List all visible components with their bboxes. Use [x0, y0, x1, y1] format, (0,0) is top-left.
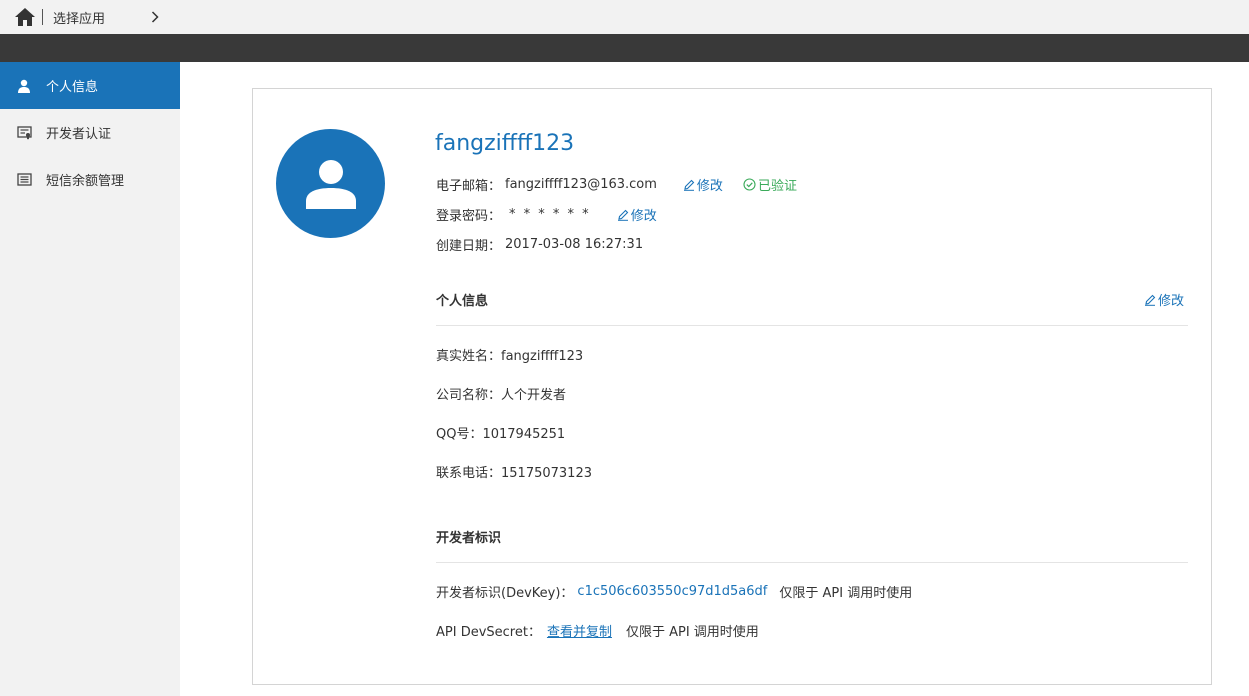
app-select-label[interactable]: 选择应用 [53, 8, 105, 27]
password-value: * * * * * * [509, 207, 591, 222]
qq-number: QQ号：1017945251 [436, 427, 566, 442]
sidebar-item-label: 开发者认证 [46, 127, 112, 142]
sidebar-item-personal-info[interactable]: 个人信息 [0, 62, 180, 109]
devsecret-row: API DevSecret： 查看并复制 仅限于 API 调用时使用 [436, 621, 759, 640]
developer-id-title: 开发者标识 [436, 531, 502, 546]
company-name: 公司名称：人个开发者 [436, 388, 567, 403]
edit-password-link[interactable]: 修改 [617, 205, 657, 224]
home-icon[interactable] [14, 7, 36, 27]
user-icon [305, 159, 356, 209]
sidebar-item-developer-cert[interactable]: 开发者认证 [0, 109, 180, 156]
divider [436, 562, 1188, 563]
email-row: 电子邮箱： fangziffff123@163.com 修改 已验证 [436, 175, 797, 194]
password-row: 登录密码： * * * * * * 修改 [436, 205, 657, 224]
verified-badge: 已验证 [743, 175, 797, 194]
created-value: 2017-03-08 16:27:31 [505, 237, 644, 252]
pencil-icon [1145, 294, 1156, 306]
profile-card: fangziffff123 电子邮箱： fangziffff123@163.co… [252, 88, 1212, 685]
phone-number: 联系电话：15175073123 [436, 466, 592, 481]
email-label: 电子邮箱： [436, 179, 502, 194]
email-value: fangziffff123@163.com [505, 177, 657, 192]
header-bar [0, 34, 1249, 62]
sidebar-item-sms-balance[interactable]: 短信余额管理 [0, 156, 180, 203]
created-row: 创建日期： 2017-03-08 16:27:31 [436, 235, 643, 254]
sidebar: 个人信息 开发者认证 短信余额管理 [0, 62, 180, 696]
verified-label: 已验证 [757, 179, 797, 194]
divider [42, 9, 43, 25]
pencil-icon [617, 209, 628, 221]
edit-email-link[interactable]: 修改 [683, 175, 723, 194]
real-name: 真实姓名：fangziffff123 [436, 349, 584, 364]
sidebar-item-label: 个人信息 [46, 80, 99, 95]
edit-label: 修改 [696, 179, 723, 194]
edit-personal-link[interactable]: 修改 [1144, 290, 1184, 309]
user-icon [16, 78, 32, 94]
top-bar: 选择应用 [0, 0, 1249, 34]
edit-label: 修改 [630, 209, 657, 224]
devsecret-label: API DevSecret： [436, 625, 541, 640]
list-icon [16, 172, 32, 188]
username: fangziffff123 [435, 131, 575, 156]
devkey-note: 仅限于 API 调用时使用 [779, 586, 913, 601]
avatar [276, 129, 385, 238]
password-label: 登录密码： [436, 209, 502, 224]
devkey-row: 开发者标识(DevKey)： c1c506c603550c97d1d5a6df … [436, 582, 912, 601]
chevron-right-icon[interactable] [151, 10, 163, 24]
divider [436, 325, 1188, 326]
devsecret-note: 仅限于 API 调用时使用 [625, 625, 759, 640]
personal-info-title: 个人信息 [436, 294, 489, 309]
certificate-icon [16, 125, 32, 141]
edit-label: 修改 [1158, 294, 1185, 309]
view-copy-secret-link[interactable]: 查看并复制 [547, 621, 612, 640]
devkey-value: c1c506c603550c97d1d5a6df [577, 584, 768, 599]
sidebar-item-label: 短信余额管理 [46, 174, 125, 189]
pencil-icon [683, 179, 695, 191]
check-circle-icon [743, 178, 756, 191]
created-label: 创建日期： [436, 239, 502, 254]
devkey-label: 开发者标识(DevKey)： [436, 586, 574, 601]
